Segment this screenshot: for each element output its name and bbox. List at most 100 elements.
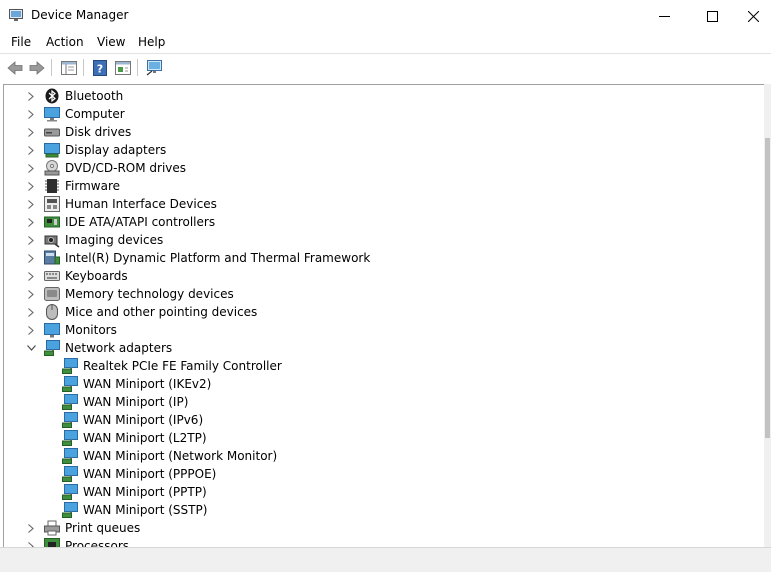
menu-bar: File Action View Help [0,32,771,53]
tree-device[interactable]: WAN Miniport (Network Monitor) [62,447,277,465]
tree-item-label: Bluetooth [65,89,124,103]
bluetooth-icon [44,88,60,104]
tree-device[interactable]: WAN Miniport (IP) [62,393,188,411]
tree-category[interactable]: Human Interface Devices [24,195,217,213]
chevron-right-icon[interactable] [24,249,38,267]
close-icon [747,10,759,22]
properties-button[interactable] [113,58,133,78]
chevron-down-icon[interactable] [24,339,38,357]
menu-action[interactable]: Action [46,35,84,49]
tree-item-label: WAN Miniport (PPPOE) [83,467,217,481]
toolbar-separator [137,59,138,76]
network-adapter-icon [62,358,78,374]
forward-button[interactable] [27,58,47,78]
tree-item-label: WAN Miniport (IPv6) [83,413,204,427]
help-button[interactable]: ? [90,58,110,78]
tree-category[interactable]: Bluetooth [24,87,123,105]
tree-device[interactable]: WAN Miniport (SSTP) [62,501,207,519]
chevron-right-icon[interactable] [24,519,38,537]
tree-category[interactable]: Keyboards [24,267,128,285]
network-adapter-icon [62,412,78,428]
tree-category[interactable]: IDE ATA/ATAPI controllers [24,213,215,231]
chevron-right-icon[interactable] [24,123,38,141]
tree-device[interactable]: Realtek PCIe FE Family Controller [62,357,282,375]
properties-icon [115,61,131,75]
firmware-icon [44,178,60,194]
console-tree-icon [61,61,77,75]
scrollbar-thumb[interactable] [765,138,770,438]
network-adapter-icon [62,376,78,392]
tree-item-label: Disk drives [65,125,132,139]
system-device-icon [44,250,60,266]
tree-category[interactable]: DVD/CD-ROM drives [24,159,186,177]
tree-category[interactable]: Imaging devices [24,231,163,249]
tree-device[interactable]: WAN Miniport (L2TP) [62,429,207,447]
menu-help[interactable]: Help [138,35,165,49]
chevron-right-icon[interactable] [24,267,38,285]
tree-category[interactable]: Memory technology devices [24,285,234,303]
menu-view[interactable]: View [97,35,125,49]
tree-device[interactable]: WAN Miniport (IPv6) [62,411,203,429]
back-arrow-icon [7,61,23,75]
device-tree: Bluetooth Computer Disk drives Display adap… [3,84,765,548]
tree-category[interactable]: Display adapters [24,141,166,159]
minimize-button[interactable] [641,0,687,32]
tree-item-label: WAN Miniport (SSTP) [83,503,208,517]
monitor-scan-icon [146,60,162,76]
tree-item-label: Realtek PCIe FE Family Controller [83,359,282,373]
network-adapter-icon [62,394,78,410]
tree-device[interactable]: WAN Miniport (IKEv2) [62,375,211,393]
scan-hardware-button[interactable] [144,58,164,78]
chevron-right-icon[interactable] [24,177,38,195]
tree-item-label: WAN Miniport (Network Monitor) [83,449,278,463]
toolbar-separator [51,59,52,76]
tree-category[interactable]: Monitors [24,321,117,339]
chevron-right-icon[interactable] [24,87,38,105]
show-hide-console-tree-button[interactable] [59,58,79,78]
tree-category[interactable]: Network adapters [24,339,172,357]
menu-file[interactable]: File [11,35,31,49]
title-bar: Device Manager [0,0,771,32]
window-title: Device Manager [31,8,129,22]
tree-device[interactable]: WAN Miniport (PPTP) [62,483,207,501]
tree-category[interactable]: Disk drives [24,123,131,141]
chevron-right-icon[interactable] [24,213,38,231]
maximize-button[interactable] [689,0,735,32]
tree-category[interactable]: Firmware [24,177,120,195]
back-button[interactable] [5,58,25,78]
tree-item-label: WAN Miniport (IKEv2) [83,377,212,391]
tree-item-label: Firmware [65,179,120,193]
maximize-icon [706,10,718,22]
tree-item-label: Memory technology devices [65,287,234,301]
chevron-right-icon[interactable] [24,195,38,213]
network-adapter-icon [62,448,78,464]
tree-category[interactable]: Computer [24,105,125,123]
toolbar-separator [83,59,84,76]
vertical-scrollbar[interactable] [764,84,771,547]
tree-item-label: Computer [65,107,125,121]
monitor-icon [44,322,60,338]
tree-item-label: Imaging devices [65,233,164,247]
chevron-right-icon[interactable] [24,159,38,177]
close-button[interactable] [735,0,771,32]
forward-arrow-icon [29,61,45,75]
computer-icon [44,106,60,122]
mouse-icon [44,304,60,320]
minimize-icon [658,15,670,17]
chevron-right-icon[interactable] [24,285,38,303]
tree-category[interactable]: Print queues [24,519,140,537]
tree-category[interactable]: Intel(R) Dynamic Platform and Thermal Fr… [24,249,370,267]
chevron-right-icon[interactable] [24,141,38,159]
chevron-right-icon[interactable] [24,321,38,339]
tree-item-label: Mice and other pointing devices [65,305,258,319]
tree-item-label: WAN Miniport (L2TP) [83,431,207,445]
tree-device[interactable]: WAN Miniport (PPPOE) [62,465,216,483]
status-bar [0,547,771,572]
chevron-right-icon[interactable] [24,303,38,321]
tree-item-label: Monitors [65,323,117,337]
chevron-right-icon[interactable] [24,231,38,249]
network-adapter-icon [44,340,60,356]
tree-category[interactable]: Mice and other pointing devices [24,303,257,321]
memory-icon [44,286,60,302]
chevron-right-icon[interactable] [24,105,38,123]
